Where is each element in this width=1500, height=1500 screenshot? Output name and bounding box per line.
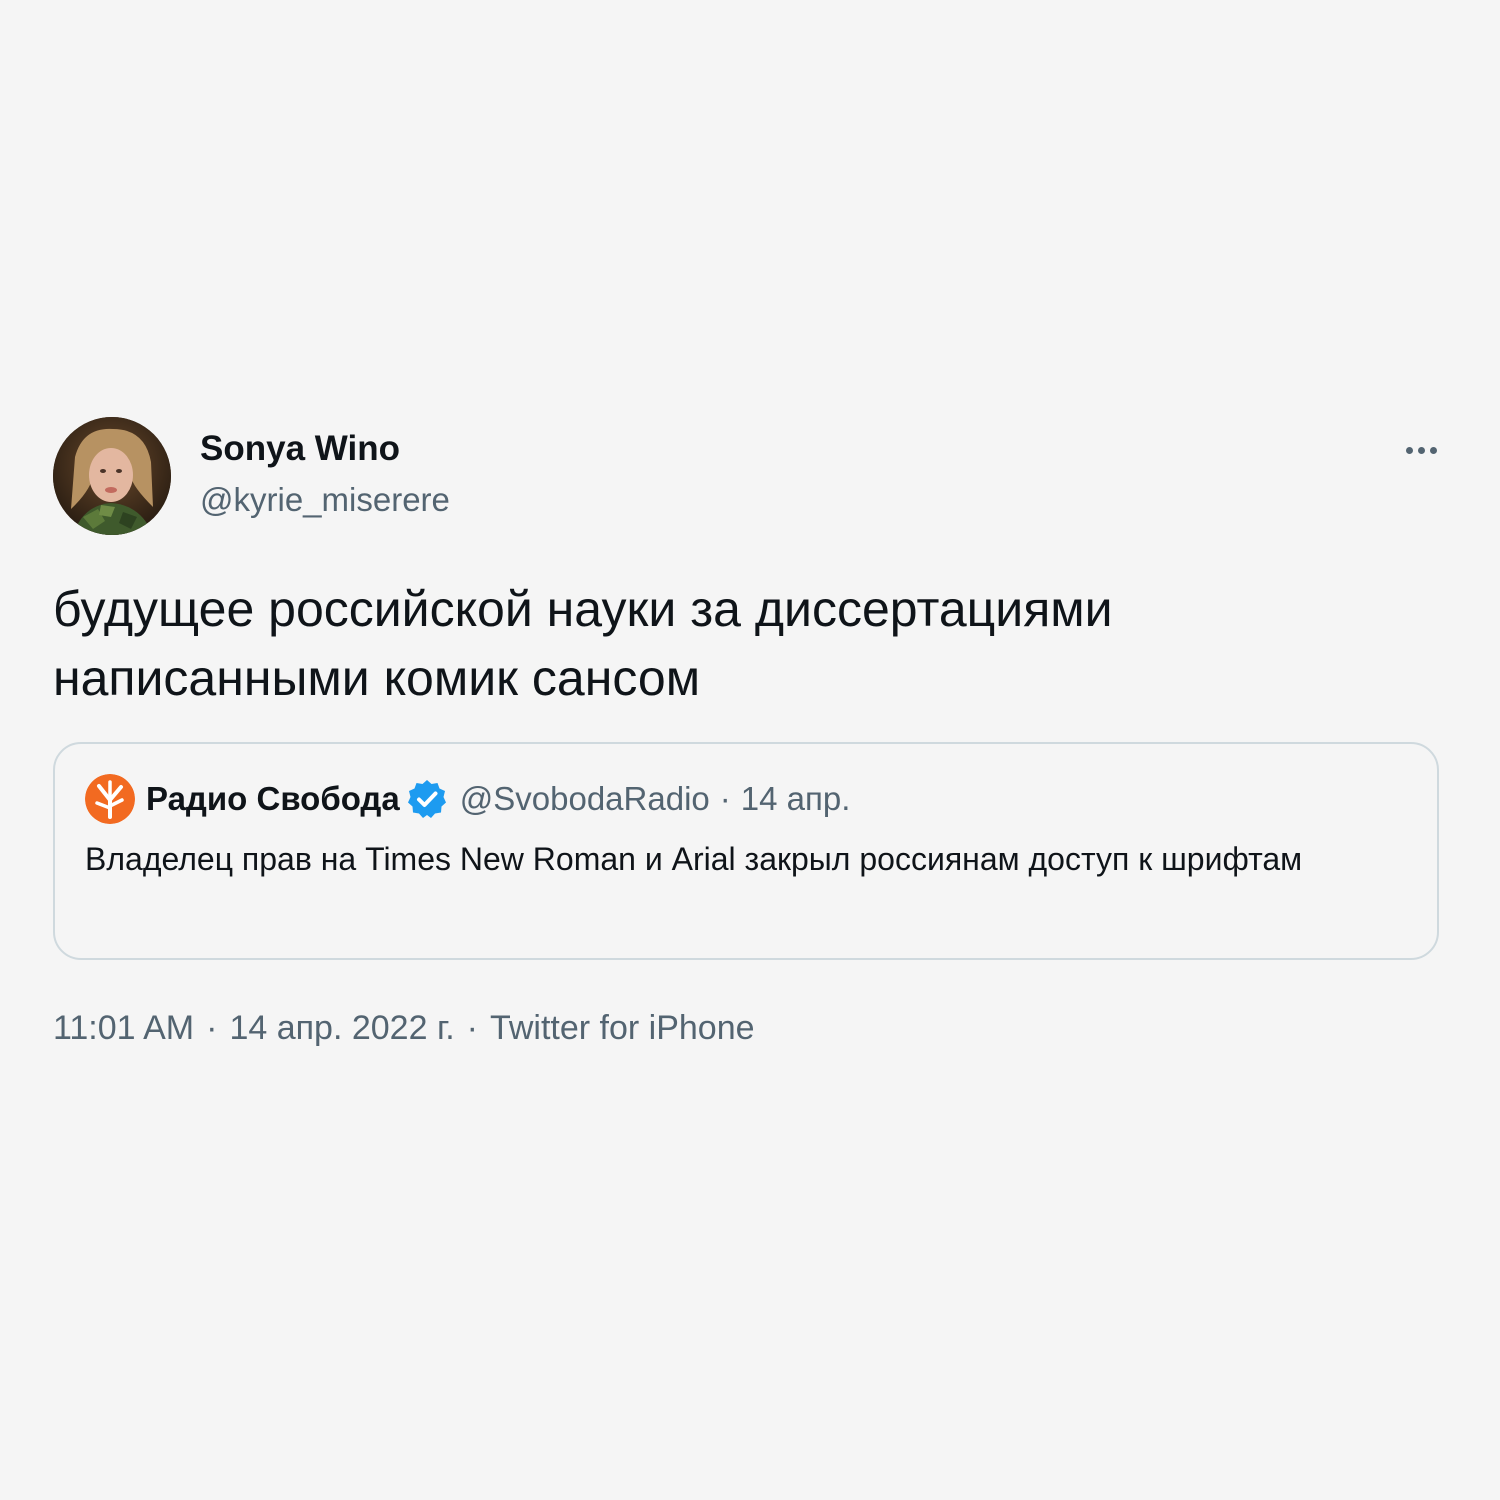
radio-svoboda-logo-icon[interactable] (85, 774, 135, 824)
quoted-author-handle[interactable]: @SvobodaRadio (460, 780, 710, 818)
tweet-meta: 11:01 AM · 14 апр. 2022 г. · Twitter for iPh… (53, 1003, 755, 1053)
quoted-date[interactable]: 14 апр. (741, 780, 851, 818)
separator-dot: · (719, 780, 731, 817)
author-name[interactable]: Sonya Wino (200, 429, 400, 469)
tweet-date[interactable]: 14 апр. 2022 г. (229, 1009, 454, 1047)
verified-badge-icon (406, 778, 448, 820)
tweet-time[interactable]: 11:01 AM (53, 1009, 194, 1047)
avatar-photo (53, 417, 171, 535)
tweet-card: Sonya Wino @kyrie_miserere будущее росси… (53, 417, 1441, 1047)
more-dot (1405, 446, 1413, 454)
tweet-text: будущее российской науки за диссертациям… (53, 581, 1113, 706)
quoted-tweet-text: Владелец прав на Times New Roman и Arial… (85, 841, 1303, 877)
quoted-author-name[interactable]: Радио Свобода (146, 780, 400, 818)
tweet-source[interactable]: Twitter for iPhone (490, 1009, 755, 1047)
separator-dot: · (206, 1009, 218, 1047)
avatar[interactable] (53, 417, 171, 535)
quoted-tweet-header: Радио Свобода @SvobodaRadio · 14 апр. (85, 774, 850, 824)
more-options-icon[interactable] (1401, 435, 1441, 465)
separator-dot: · (466, 1009, 478, 1047)
more-dot (1417, 446, 1425, 454)
more-dot (1429, 446, 1437, 454)
tweet-header: Sonya Wino @kyrie_miserere (53, 417, 1441, 535)
quoted-tweet[interactable]: Радио Свобода @SvobodaRadio · 14 апр. Вл… (53, 742, 1439, 960)
author-handle[interactable]: @kyrie_miserere (200, 480, 450, 520)
